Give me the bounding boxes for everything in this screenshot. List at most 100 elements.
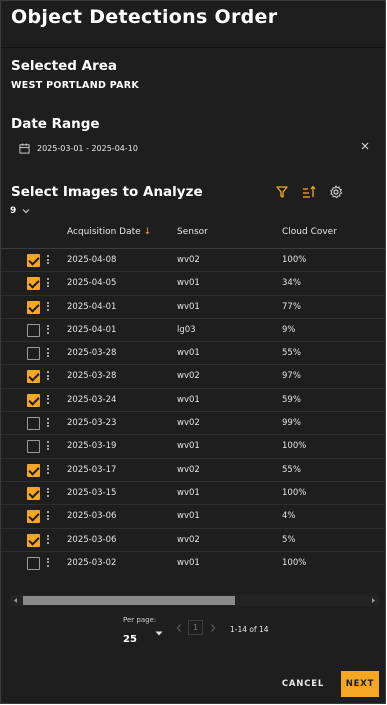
table-row[interactable]: 2025-03-15 wv01 100% [1, 480, 385, 504]
cell-acquisition-date: 2025-03-28 [67, 348, 117, 359]
next-page-button[interactable] [209, 623, 217, 633]
more-vertical-icon[interactable] [46, 255, 50, 266]
row-checkbox[interactable] [27, 323, 40, 337]
close-icon[interactable] [359, 140, 371, 152]
row-checkbox[interactable] [27, 300, 40, 314]
cell-sensor: wv01 [177, 301, 200, 312]
row-checkbox[interactable] [27, 417, 40, 431]
cell-cloud-cover: 55% [282, 464, 301, 475]
gear-icon[interactable] [329, 185, 343, 199]
cell-sensor: wv01 [177, 441, 200, 452]
cancel-button[interactable]: CANCEL [277, 671, 329, 697]
more-vertical-icon[interactable] [46, 487, 50, 499]
more-vertical-icon[interactable] [46, 418, 50, 429]
more-vertical-icon[interactable] [46, 511, 50, 522]
date-range-field[interactable]: 2025-03-01 - 2025-04-10 [19, 141, 371, 155]
cell-acquisition-date: 2025-03-19 [67, 441, 117, 452]
row-checkbox[interactable] [27, 510, 40, 524]
column-header-date-label: Acquisition Date [67, 227, 141, 237]
next-button[interactable]: NEXT [341, 671, 379, 697]
chevron-right-icon[interactable] [370, 597, 377, 604]
more-vertical-icon[interactable] [46, 324, 50, 336]
row-checkbox[interactable] [27, 556, 40, 570]
more-vertical-icon[interactable] [46, 348, 50, 359]
table-row[interactable]: 2025-04-01 lg03 9% [1, 317, 385, 341]
cell-sensor: wv01 [177, 348, 200, 359]
table-row[interactable]: 2025-03-24 wv01 59% [1, 387, 385, 411]
chevron-left-icon[interactable] [12, 597, 19, 604]
column-header-sensor[interactable]: Sensor [177, 227, 208, 237]
more-vertical-icon[interactable] [46, 371, 50, 382]
row-checkbox[interactable] [27, 277, 40, 291]
cell-acquisition-date: 2025-04-05 [67, 278, 117, 289]
page-title: Object Detections Order [11, 6, 278, 28]
cell-acquisition-date: 2025-04-01 [67, 324, 117, 335]
table-row[interactable]: 2025-03-28 wv02 97% [1, 364, 385, 387]
cell-sensor: wv01 [177, 487, 200, 498]
more-vertical-icon[interactable] [46, 301, 50, 313]
cell-sensor: wv02 [177, 255, 200, 265]
cell-acquisition-date: 2025-03-06 [67, 511, 117, 522]
selected-count-dropdown[interactable]: 9 [10, 206, 30, 216]
column-header-cloud[interactable]: Cloud Cover [282, 227, 337, 237]
row-checkbox[interactable] [27, 463, 40, 477]
cell-cloud-cover: 97% [282, 371, 301, 382]
per-page-select[interactable]: 25 [123, 627, 163, 645]
more-vertical-icon[interactable] [46, 534, 50, 546]
order-panel: Object Detections Order Selected Area WE… [0, 0, 386, 704]
cell-sensor: wv02 [177, 534, 200, 545]
row-checkbox[interactable] [27, 254, 40, 267]
row-checkbox[interactable] [27, 533, 40, 547]
table-row[interactable]: 2025-03-19 wv01 100% [1, 434, 385, 457]
cell-sensor: wv02 [177, 464, 200, 475]
table-row[interactable]: 2025-04-01 wv01 77% [1, 294, 385, 318]
more-vertical-icon[interactable] [46, 394, 50, 406]
row-checkbox[interactable] [27, 393, 40, 407]
cell-acquisition-date: 2025-04-01 [67, 301, 117, 312]
more-vertical-icon[interactable] [46, 278, 50, 289]
more-vertical-icon[interactable] [46, 557, 50, 569]
cell-cloud-cover: 99% [282, 418, 301, 429]
scrollbar-thumb[interactable] [23, 596, 235, 605]
arrow-down-icon: ↓ [143, 227, 152, 237]
images-heading: Select Images to Analyze [11, 184, 203, 200]
row-checkbox[interactable] [27, 370, 40, 384]
table-row[interactable]: 2025-03-23 wv02 99% [1, 411, 385, 434]
more-vertical-icon[interactable] [46, 441, 50, 452]
filter-icon[interactable] [275, 185, 289, 199]
cell-cloud-cover: 100% [282, 255, 307, 265]
row-checkbox[interactable] [27, 486, 40, 500]
cell-acquisition-date: 2025-03-28 [67, 371, 117, 382]
table-row[interactable]: 2025-03-02 wv01 100% [1, 550, 385, 574]
calendar-icon [19, 142, 30, 154]
table-row[interactable]: 2025-03-06 wv02 5% [1, 527, 385, 551]
chevron-down-icon [22, 209, 30, 214]
table-row[interactable]: 2025-03-17 wv02 55% [1, 457, 385, 481]
per-page-value: 25 [123, 634, 137, 645]
cell-cloud-cover: 5% [282, 534, 296, 545]
title-divider [1, 47, 385, 48]
cell-cloud-cover: 59% [282, 394, 301, 405]
sort-icon[interactable] [302, 185, 316, 199]
cell-sensor: wv01 [177, 511, 200, 522]
per-page-label: Per page: [123, 616, 157, 624]
more-vertical-icon[interactable] [46, 464, 50, 476]
cell-sensor: lg03 [177, 324, 196, 335]
cell-cloud-cover: 4% [282, 511, 296, 522]
selected-count: 9 [10, 206, 17, 216]
table-row[interactable]: 2025-03-28 wv01 55% [1, 341, 385, 364]
selected-area-heading: Selected Area [11, 58, 118, 74]
table-row[interactable]: 2025-03-06 wv01 4% [1, 504, 385, 527]
cell-acquisition-date: 2025-03-24 [67, 394, 117, 405]
column-header-date[interactable]: Acquisition Date ↓ [67, 227, 151, 237]
page-number-button[interactable]: 1 [188, 620, 203, 635]
table-row[interactable]: 2025-04-08 wv02 100% [1, 248, 385, 271]
cell-acquisition-date: 2025-03-06 [67, 534, 117, 545]
table-header: Acquisition Date ↓ Sensor Cloud Cover [1, 227, 385, 247]
row-checkbox[interactable] [27, 347, 40, 361]
table-row[interactable]: 2025-04-05 wv01 34% [1, 271, 385, 294]
cell-acquisition-date: 2025-03-02 [67, 557, 117, 568]
previous-page-button[interactable] [175, 623, 183, 633]
horizontal-scrollbar[interactable] [10, 595, 379, 606]
row-checkbox[interactable] [27, 440, 40, 454]
